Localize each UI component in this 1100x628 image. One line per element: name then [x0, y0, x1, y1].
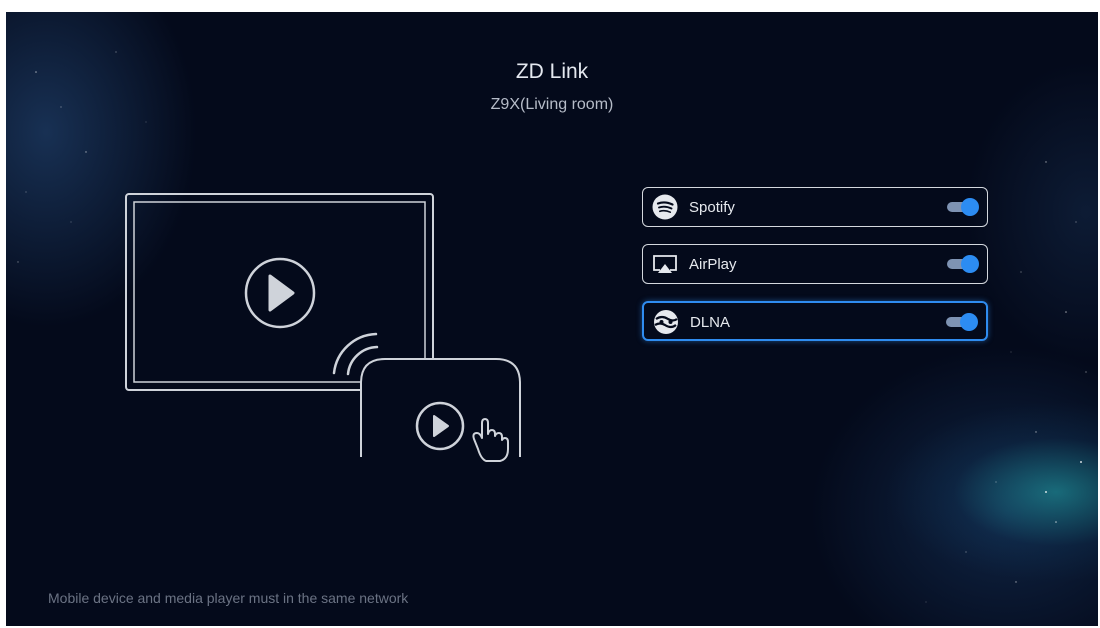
toggle-knob [960, 313, 978, 331]
airplay-icon [653, 255, 677, 273]
option-spotify[interactable]: Spotify [642, 187, 988, 227]
toggle-knob [961, 255, 979, 273]
cast-options-list: Spotify AirPlay DLNA [642, 187, 988, 358]
spotify-icon [652, 194, 678, 220]
device-name: Z9X(Living room) [490, 96, 614, 113]
page-title: ZD Link [515, 60, 589, 83]
option-label: DLNA [690, 314, 731, 331]
option-airplay[interactable]: AirPlay [642, 244, 988, 284]
network-hint: Mobile device and media player must in t… [48, 590, 409, 606]
dlna-icon [654, 310, 678, 334]
spotify-toggle[interactable] [947, 198, 979, 216]
toggle-knob [961, 198, 979, 216]
option-label: Spotify [689, 199, 735, 216]
screen: ZD Link Z9X(Living room) Spotify AirPlay… [6, 12, 1098, 626]
option-dlna[interactable]: DLNA [642, 301, 988, 341]
airplay-toggle[interactable] [947, 255, 979, 273]
tv-play-triangle [268, 274, 295, 312]
cast-illustration [125, 193, 521, 462]
dlna-toggle[interactable] [946, 313, 978, 331]
option-label: AirPlay [689, 256, 737, 273]
